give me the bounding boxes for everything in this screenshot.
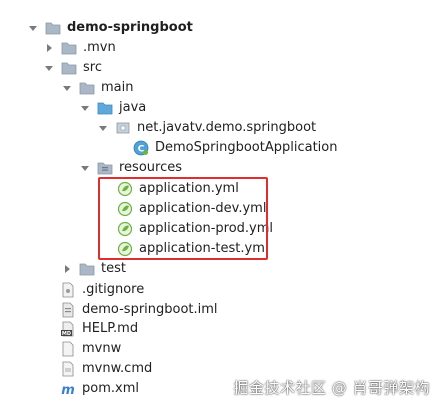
resources-folder-icon — [97, 160, 113, 176]
tree-label: resources — [119, 160, 183, 175]
tree-item-pom[interactable]: m pom.xml — [60, 379, 139, 399]
tree-item-mvn[interactable]: .mvn — [42, 38, 116, 58]
tree-item-help[interactable]: MD HELP.md — [60, 319, 138, 339]
highlight-box — [98, 177, 268, 260]
tree-label: demo-springboot — [67, 20, 193, 35]
tree-item-resources[interactable]: resources — [78, 158, 182, 178]
svg-text:MD: MD — [62, 331, 71, 337]
tree-label: HELP.md — [82, 321, 139, 336]
tree-label: mvnw — [82, 341, 122, 356]
gitignore-file-icon — [60, 282, 76, 298]
tree-item-test[interactable]: test — [60, 259, 126, 279]
tree-item-main[interactable]: main — [60, 78, 133, 98]
folder-icon — [61, 60, 77, 76]
project-folder-icon — [45, 20, 61, 36]
tree-label: mvnw.cmd — [82, 361, 153, 376]
tree-label: net.javatv.demo.springboot — [137, 120, 317, 135]
collapse-arrow-icon[interactable] — [42, 38, 56, 58]
tree-label: test — [101, 261, 126, 276]
tree-label: .gitignore — [82, 282, 145, 297]
project-tree: demo-springboot .mvn src main java net.j… — [0, 0, 438, 406]
tree-label: main — [101, 80, 134, 95]
tree-item-package[interactable]: net.javatv.demo.springboot — [96, 118, 316, 138]
tree-label: .mvn — [83, 40, 116, 55]
svg-text:m: m — [61, 383, 75, 397]
expand-arrow-icon[interactable] — [42, 58, 56, 78]
folder-icon — [79, 80, 95, 96]
markdown-file-icon: MD — [60, 321, 76, 337]
tree-label: pom.xml — [82, 381, 139, 396]
tree-item-mvnw[interactable]: mvnw — [60, 339, 121, 359]
folder-icon — [79, 261, 95, 277]
tree-item-mvnw-cmd[interactable]: mvnw.cmd — [60, 359, 152, 379]
tree-item-demo-springboot[interactable]: demo-springboot — [26, 18, 193, 38]
tree-item-src[interactable]: src — [42, 58, 102, 78]
maven-icon: m — [60, 381, 76, 397]
iml-file-icon — [60, 302, 76, 318]
tree-item-java[interactable]: java — [78, 98, 146, 118]
cmd-file-icon — [60, 361, 76, 377]
tree-item-iml[interactable]: demo-springboot.iml — [60, 300, 218, 320]
tree-item-app-class[interactable]: C DemoSpringbootApplication — [133, 138, 337, 158]
tree-label: DemoSpringbootApplication — [155, 140, 338, 155]
source-folder-icon — [97, 100, 113, 116]
collapse-arrow-icon[interactable] — [60, 259, 74, 279]
tree-label: java — [119, 100, 147, 115]
expand-arrow-icon[interactable] — [96, 118, 110, 138]
expand-arrow-icon[interactable] — [60, 78, 74, 98]
expand-arrow-icon[interactable] — [78, 98, 92, 118]
package-icon — [115, 120, 131, 136]
folder-icon — [61, 40, 77, 56]
expand-arrow-icon[interactable] — [78, 158, 92, 178]
java-class-icon: C — [133, 140, 149, 156]
expand-arrow-icon[interactable] — [26, 18, 40, 38]
tree-item-gitignore[interactable]: .gitignore — [60, 280, 144, 300]
file-icon — [60, 341, 76, 357]
watermark: 掘金技术社区 @ 肖哥弹架构 — [233, 379, 430, 397]
tree-label: src — [83, 60, 102, 75]
tree-label: demo-springboot.iml — [82, 302, 218, 317]
